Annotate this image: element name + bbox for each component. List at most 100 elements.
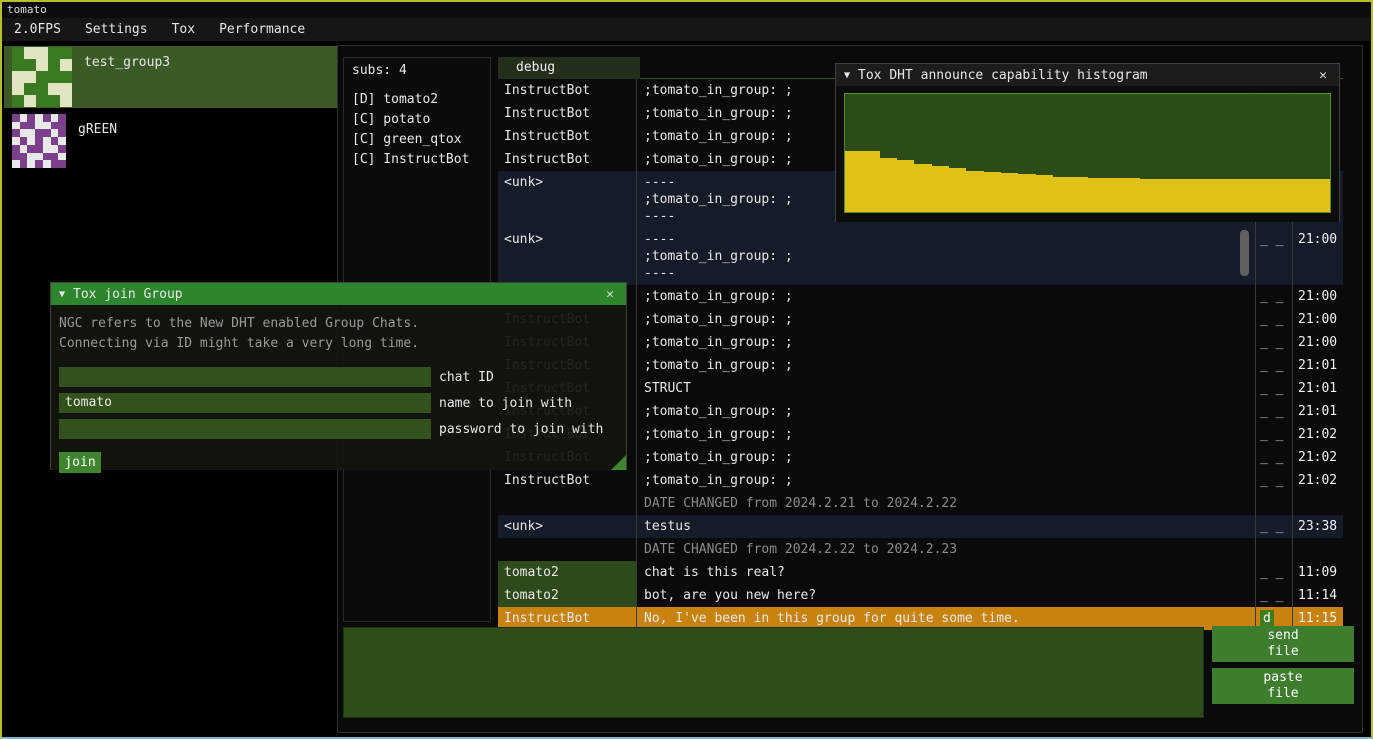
message-row[interactable]: tomato2chat is this real?_ _11:09 <box>498 561 1343 584</box>
message-row[interactable]: DATE CHANGED from 2024.2.22 to 2024.2.23 <box>498 538 1343 561</box>
message-time: 21:00 <box>1293 228 1343 285</box>
join-password-label: password to join with <box>439 422 603 437</box>
histogram-bar <box>1313 179 1330 212</box>
histogram-bar <box>1018 174 1035 212</box>
message-time: 23:38 <box>1293 515 1343 538</box>
message-sender: tomato2 <box>498 584 637 607</box>
chat-id-field-row: chat ID <box>59 367 618 387</box>
send-file-button[interactable]: send file <box>1212 626 1354 662</box>
message-flags: _ _ <box>1256 561 1293 584</box>
message-flags: _ _ <box>1256 469 1293 492</box>
histogram-bar <box>1122 178 1139 212</box>
message-row[interactable]: <unk>testus_ _23:38 <box>498 515 1343 538</box>
message-sender: <unk> <box>498 171 637 228</box>
subs-header: subs: 4 <box>352 63 490 78</box>
message-text: ;tomato_in_group: ; <box>637 285 1256 308</box>
histogram-bar <box>1278 179 1295 212</box>
roster-item-green[interactable]: gREEN <box>4 113 338 175</box>
message-row[interactable]: InstructBot;tomato_in_group: ;_ _21:02 <box>498 469 1343 492</box>
histogram-bar <box>966 171 983 212</box>
message-time: 21:00 <box>1293 285 1343 308</box>
message-text: ;tomato_in_group: ; <box>637 308 1256 331</box>
join-group-window-body: NGC refers to the New DHT enabled Group … <box>51 305 626 470</box>
message-sender: InstructBot <box>498 469 637 492</box>
window-title: tomato <box>7 3 47 16</box>
histogram-bar <box>1140 179 1157 212</box>
histogram-bar <box>1192 179 1209 212</box>
message-flags <box>1256 492 1293 515</box>
os-titlebar[interactable]: tomato <box>2 2 1371 18</box>
join-name-input[interactable]: tomato <box>59 393 431 413</box>
join-group-window: ▼ Tox join Group ✕ NGC refers to the New… <box>50 282 627 470</box>
paste-file-button[interactable]: paste file <box>1212 668 1354 704</box>
message-sender: InstructBot <box>498 125 637 148</box>
histogram-window: ▼ Tox DHT announce capability histogram … <box>835 63 1340 222</box>
menu-item-tox[interactable]: Tox <box>160 18 207 41</box>
message-flags: _ _ <box>1256 354 1293 377</box>
menu-item-performance[interactable]: Performance <box>207 18 317 41</box>
roster: test_group3 gREEN <box>4 46 338 180</box>
member-item-c-green-qtox[interactable]: [C] green_qtox <box>352 130 490 150</box>
roster-item-test-group3[interactable]: test_group3 <box>4 46 338 108</box>
member-item-d-tomato2[interactable]: [D] tomato2 <box>352 90 490 110</box>
chat-id-input[interactable] <box>59 367 431 387</box>
message-time: 21:00 <box>1293 331 1343 354</box>
message-row[interactable]: DATE CHANGED from 2024.2.21 to 2024.2.22 <box>498 492 1343 515</box>
collapse-arrow-icon[interactable]: ▼ <box>844 70 850 81</box>
group-avatar <box>12 114 66 168</box>
chat-id-label: chat ID <box>439 370 494 385</box>
message-flags: _ _ <box>1256 308 1293 331</box>
histogram-bar <box>880 158 897 212</box>
histogram-bar <box>1244 179 1261 212</box>
resize-grip[interactable] <box>611 455 626 470</box>
message-sender: InstructBot <box>498 79 637 102</box>
ngc-hint-line-1: NGC refers to the New DHT enabled Group … <box>59 314 618 334</box>
join-group-window-title: Tox join Group <box>73 287 594 302</box>
message-sender: <unk> <box>498 228 637 285</box>
histogram-bar <box>1088 178 1105 212</box>
histogram-bar <box>1296 179 1313 212</box>
chat-message-input[interactable] <box>343 627 1204 718</box>
message-sender: <unk> <box>498 515 637 538</box>
message-flags: _ _ <box>1256 331 1293 354</box>
message-flags: _ _ <box>1256 515 1293 538</box>
message-text: ;tomato_in_group: ; <box>637 423 1256 446</box>
group-name-label: gREEN <box>78 122 117 137</box>
close-icon[interactable]: ✕ <box>602 287 618 302</box>
message-text: ;tomato_in_group: ; <box>637 354 1256 377</box>
histogram-bar <box>862 151 879 212</box>
close-icon[interactable]: ✕ <box>1315 68 1331 83</box>
histogram-bar <box>1209 179 1226 212</box>
message-flags: _ _ <box>1256 446 1293 469</box>
message-text: DATE CHANGED from 2024.2.22 to 2024.2.23 <box>637 538 1256 561</box>
histogram-bar <box>914 164 931 212</box>
message-time: 21:02 <box>1293 469 1343 492</box>
message-sender: tomato2 <box>498 561 637 584</box>
histogram-bar <box>845 151 862 212</box>
message-row[interactable]: <unk>---- ;tomato_in_group: ; ----_ _21:… <box>498 228 1343 285</box>
menu-item-settings[interactable]: Settings <box>73 18 160 41</box>
histogram-window-titlebar[interactable]: ▼ Tox DHT announce capability histogram … <box>836 64 1339 86</box>
histogram-bar <box>1105 178 1122 212</box>
message-time: 21:01 <box>1293 354 1343 377</box>
histogram-bar <box>932 166 949 212</box>
join-password-field-row: password to join with <box>59 419 618 439</box>
histogram-bar <box>1053 177 1070 212</box>
message-time: 11:09 <box>1293 561 1343 584</box>
join-password-input[interactable] <box>59 419 431 439</box>
join-button[interactable]: join <box>59 452 101 473</box>
message-time <box>1293 492 1343 515</box>
scrollbar-thumb[interactable] <box>1240 230 1249 276</box>
menu-item-2-0fps[interactable]: 2.0FPS <box>2 18 73 41</box>
message-sender <box>498 492 637 515</box>
member-item-c-potato[interactable]: [C] potato <box>352 110 490 130</box>
join-name-field-row: tomato name to join with <box>59 393 618 413</box>
message-row[interactable]: tomato2bot, are you new here?_ _11:14 <box>498 584 1343 607</box>
histogram-bar <box>1036 175 1053 212</box>
tab-debug[interactable]: debug <box>498 57 640 79</box>
join-group-window-titlebar[interactable]: ▼ Tox join Group ✕ <box>51 283 626 305</box>
member-item-c-instructbot[interactable]: [C] InstructBot <box>352 150 490 170</box>
message-text: DATE CHANGED from 2024.2.21 to 2024.2.22 <box>637 492 1256 515</box>
collapse-arrow-icon[interactable]: ▼ <box>59 289 65 300</box>
ngc-hint-line-2: Connecting via ID might take a very long… <box>59 334 618 354</box>
